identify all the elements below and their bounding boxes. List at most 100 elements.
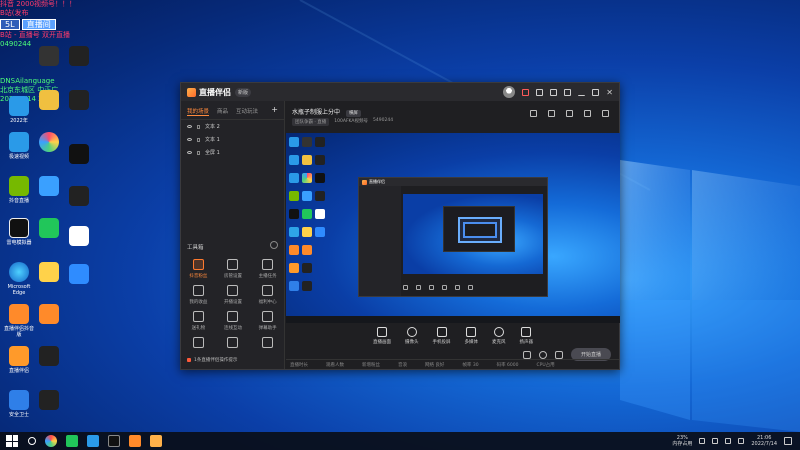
desktop-icon[interactable]: 直播伴侣抖音版 (2, 304, 36, 338)
wechat-icon[interactable] (66, 435, 78, 447)
camera-button[interactable]: 摄像头 (405, 327, 419, 345)
source-item[interactable]: 文本 1 (181, 133, 284, 146)
volume-icon[interactable] (725, 438, 732, 444)
desktop-icon[interactable] (32, 176, 66, 198)
sidebar-footer[interactable]: 1条直播伴侣操作提示 (187, 357, 237, 363)
network-icon[interactable] (712, 438, 719, 444)
close-icon[interactable]: ✕ (606, 88, 613, 97)
more-icon[interactable] (270, 241, 278, 249)
desktop-icon[interactable] (62, 90, 96, 112)
meta-category[interactable]: 团队争霸 · 直播 (292, 118, 330, 126)
tool-item[interactable] (250, 337, 285, 351)
lock-icon[interactable] (197, 137, 200, 142)
control-label: 麦克风 (492, 340, 506, 345)
eye-icon[interactable] (187, 125, 192, 128)
desktop-icon[interactable] (62, 144, 96, 166)
orientation-tag[interactable]: 横屏 (345, 110, 361, 117)
share-icon[interactable] (602, 110, 609, 117)
app-taskbar-icon[interactable] (129, 435, 141, 447)
desktop-icon[interactable] (32, 304, 66, 326)
app-icon (39, 346, 59, 366)
desktop-icon[interactable] (62, 46, 96, 68)
add-source-icon[interactable]: + (271, 106, 278, 116)
source-item[interactable]: 全屏 1 (181, 146, 284, 159)
desktop-icon[interactable] (62, 226, 96, 248)
desktop-icon[interactable] (32, 218, 66, 240)
chrome-icon[interactable] (45, 435, 57, 447)
desktop-icon[interactable]: 极速视频 (2, 132, 36, 160)
version-badge[interactable]: 新版 (235, 87, 252, 97)
notice-icon (187, 358, 191, 362)
app-taskbar-icon[interactable] (108, 435, 120, 447)
tool-item[interactable] (216, 337, 251, 351)
avatar[interactable] (503, 86, 516, 98)
tool-item[interactable]: 房管设置 (216, 259, 251, 279)
app-icon (39, 90, 59, 110)
gift-icon[interactable] (536, 88, 544, 96)
start-button[interactable] (6, 435, 18, 447)
box-icon[interactable] (548, 110, 555, 117)
minimize-icon[interactable] (578, 89, 586, 96)
memory-usage[interactable]: 23% 内存占用 (672, 435, 692, 447)
desktop-icon[interactable] (32, 390, 66, 412)
tab-products[interactable]: 商品 (217, 107, 228, 116)
desktop-icon[interactable]: 2022年 (2, 96, 36, 124)
nested-control-icon (442, 285, 447, 290)
clock[interactable]: 21:06 2022/7/14 (751, 435, 777, 447)
settings-icon[interactable] (550, 88, 558, 96)
desktop-icon[interactable]: 安全卫士 (2, 390, 36, 418)
microphone-button[interactable]: 麦克风 (492, 327, 506, 345)
source-item[interactable]: 文本 2 (181, 120, 284, 133)
desktop-icon[interactable] (62, 186, 96, 208)
ime-icon[interactable] (738, 438, 745, 444)
desktop-icon[interactable] (32, 346, 66, 368)
tool-item[interactable]: 抖音粉丝 (181, 259, 216, 279)
status-bar: 直播时长 观看人数 新增粉丝 音浪 网络 良好 帧率 30 码率 6000 CP… (286, 359, 619, 369)
live-companion-taskbar-icon[interactable] (150, 435, 162, 447)
menu-icon[interactable] (564, 88, 572, 96)
message-icon[interactable] (522, 88, 530, 96)
desktop-icon[interactable]: 抖音直播 (2, 176, 36, 204)
tool-item[interactable]: 我的收益 (181, 285, 216, 305)
tool-item[interactable]: 主播任务 (250, 259, 285, 279)
beauty-icon[interactable] (538, 350, 547, 359)
app-taskbar-icon[interactable] (87, 435, 99, 447)
tool-item[interactable]: 连线互动 (216, 311, 251, 331)
desktop-icon[interactable] (62, 264, 96, 286)
record-icon[interactable] (522, 350, 531, 359)
tab-interactive[interactable]: 互动玩法 (236, 107, 258, 116)
desktop-icon[interactable] (32, 46, 66, 68)
phone-cast-button[interactable]: 手机投屏 (433, 327, 451, 345)
notification-icon[interactable] (784, 437, 792, 445)
chevron-up-icon[interactable] (699, 438, 706, 444)
maximize-icon[interactable] (592, 88, 600, 96)
tool-item[interactable]: 开播设置 (216, 285, 251, 305)
eye-icon[interactable] (187, 151, 192, 154)
desktop-icon[interactable] (32, 90, 66, 112)
eye-icon[interactable] (187, 138, 192, 141)
tab-scenes[interactable]: 我的场景 (187, 107, 210, 116)
tool-item[interactable]: 福利中心 (250, 285, 285, 305)
shop-icon[interactable] (530, 110, 537, 117)
speaker-button[interactable]: 扬声器 (520, 327, 533, 345)
desktop-icon[interactable] (32, 132, 66, 154)
media-button[interactable]: 多媒体 (465, 327, 478, 345)
lock-icon[interactable] (197, 124, 200, 129)
preview-icon (302, 209, 312, 219)
desktop-icon[interactable]: 雷电模拟器 (2, 218, 36, 246)
stream-preview[interactable]: 直播伴侣 (286, 133, 620, 323)
screen-capture-button[interactable]: 直播画面 (373, 327, 391, 345)
desktop-icon[interactable]: 直播伴侣 (2, 346, 36, 374)
tool-item[interactable]: 弹幕助手 (250, 311, 285, 331)
layout-icon[interactable] (566, 110, 573, 117)
desktop-icon[interactable]: Microsoft Edge (2, 262, 36, 296)
tool-item[interactable]: 送礼物 (181, 311, 216, 331)
tool-icon (262, 311, 274, 322)
lock-icon[interactable] (197, 150, 200, 155)
bell-icon[interactable] (584, 110, 591, 117)
settings-icon[interactable] (554, 350, 563, 359)
search-icon[interactable] (28, 437, 36, 445)
tool-item[interactable] (181, 337, 216, 351)
desktop-icon[interactable] (32, 262, 66, 284)
room-title-text[interactable]: 水瓶子制服上分中 (292, 109, 340, 116)
